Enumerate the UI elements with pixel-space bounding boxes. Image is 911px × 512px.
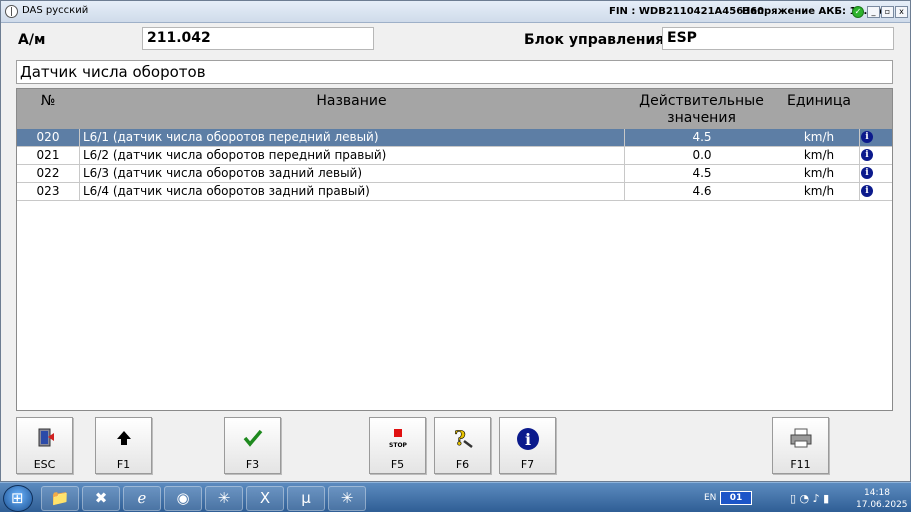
f11-label: F11 <box>790 458 811 471</box>
esc-button[interactable]: ESC <box>16 417 73 474</box>
row-info[interactable]: i <box>859 147 875 165</box>
help-icon: ? <box>435 426 490 450</box>
f1-button[interactable]: F1 <box>95 417 152 474</box>
close-button[interactable]: x <box>895 6 908 18</box>
row-no: 020 <box>36 130 60 144</box>
row-value: 4.5 <box>624 129 779 147</box>
taskbar: 📁 ✖ ℯ ◉ ✳ X µ ✳ EN 01 ▯ ◔ ♪ ▮ 14:18 17.0… <box>0 482 911 512</box>
row-name: L6/2 (датчик числа оборотов передний пра… <box>79 147 624 165</box>
ecu-label: Блок управления <box>524 32 665 48</box>
table-row[interactable]: 021 L6/2 (датчик числа оборотов передний… <box>17 147 892 165</box>
file-explorer-icon[interactable]: 📁 <box>41 486 79 511</box>
printer-icon <box>773 427 828 449</box>
fin-number: FIN : WDB2110421A456360 <box>609 6 765 17</box>
info-icon[interactable]: i <box>861 185 873 197</box>
svg-text:i: i <box>524 430 530 449</box>
language-indicator[interactable]: EN <box>704 493 716 503</box>
row-name: L6/1 (датчик числа оборотов передний лев… <box>79 129 624 147</box>
das-window: DAS русский FIN : WDB2110421A456360 Напр… <box>0 0 911 482</box>
row-value: 4.6 <box>624 183 779 201</box>
row-info[interactable]: i <box>859 183 875 201</box>
row-info[interactable]: i <box>859 129 875 147</box>
row-name: L6/3 (датчик числа оборотов задний левый… <box>79 165 624 183</box>
model-field: 211.042 <box>142 27 374 50</box>
col-header-name: Название <box>316 93 387 109</box>
arrow-up-icon <box>96 427 151 449</box>
page-title: Датчик числа оборотов <box>16 60 893 84</box>
row-no: 022 <box>36 166 60 180</box>
checkmark-icon <box>225 427 280 449</box>
internet-explorer-icon[interactable]: ℯ <box>123 486 161 511</box>
esc-label: ESC <box>33 458 56 471</box>
firefox-icon[interactable]: ◉ <box>164 486 202 511</box>
f7-button[interactable]: i F7 <box>499 417 556 474</box>
row-unit: km/h <box>803 130 835 144</box>
f6-label: F6 <box>455 458 470 471</box>
exit-door-icon <box>17 427 72 449</box>
clock-date[interactable]: 17.06.2025 <box>856 500 908 510</box>
stop-icon: STOP <box>370 427 425 449</box>
minimize-button[interactable]: _ <box>867 6 880 18</box>
col-header-value-line1: Действительные <box>639 93 764 109</box>
tray-icons[interactable]: ▯ ◔ ♪ ▮ <box>790 492 829 505</box>
das-app-icon[interactable]: ✳ <box>328 486 366 511</box>
row-name: L6/4 (датчик числа оборотов задний правы… <box>79 183 624 201</box>
row-value: 4.5 <box>624 165 779 183</box>
row-unit: km/h <box>803 184 835 198</box>
values-table: № Название Действительные значения Едини… <box>16 88 893 411</box>
f1-label: F1 <box>116 458 131 471</box>
table-row[interactable]: 022 L6/3 (датчик числа оборотов задний л… <box>17 165 892 183</box>
table-row[interactable]: 020 L6/1 (датчик числа оборотов передний… <box>17 129 892 147</box>
table-header: № Название Действительные значения Едини… <box>17 89 892 129</box>
info-icon[interactable]: i <box>861 149 873 161</box>
row-unit: km/h <box>803 148 835 162</box>
model-label: А/м <box>18 32 46 48</box>
clock-time[interactable]: 14:18 <box>864 488 890 498</box>
xentry-icon[interactable]: ✖ <box>82 486 120 511</box>
window-title: DAS русский <box>22 5 89 16</box>
xentry-x-icon[interactable]: X <box>246 486 284 511</box>
col-header-value-line2: значения <box>667 110 736 126</box>
tray-badge[interactable]: 01 <box>720 491 752 505</box>
info-icon[interactable]: i <box>861 167 873 179</box>
table-row[interactable]: 023 L6/4 (датчик числа оборотов задний п… <box>17 183 892 201</box>
row-no: 021 <box>36 148 60 162</box>
col-header-no: № <box>40 93 56 109</box>
f11-button[interactable]: F11 <box>772 417 829 474</box>
ecu-field: ESP <box>662 27 894 50</box>
row-info[interactable]: i <box>859 165 875 183</box>
status-ok-icon: ✓ <box>852 6 864 18</box>
info-icon[interactable]: i <box>861 131 873 143</box>
row-value: 0.0 <box>624 147 779 165</box>
row-no: 023 <box>36 184 60 198</box>
stop-icon-text: STOP <box>389 442 408 449</box>
start-button[interactable] <box>3 485 33 512</box>
f3-label: F3 <box>245 458 260 471</box>
row-unit: km/h <box>803 166 835 180</box>
f7-label: F7 <box>520 458 535 471</box>
f3-button[interactable]: F3 <box>224 417 281 474</box>
title-bar: DAS русский FIN : WDB2110421A456360 Напр… <box>1 1 910 23</box>
mercedes-logo-icon <box>5 5 18 18</box>
info-icon: i <box>500 427 555 450</box>
svg-text:?: ? <box>454 427 466 449</box>
f5-label: F5 <box>390 458 405 471</box>
utorrent-icon[interactable]: µ <box>287 486 325 511</box>
col-header-unit: Единица <box>787 93 851 109</box>
f5-button[interactable]: STOP F5 <box>369 417 426 474</box>
f6-button[interactable]: ? F6 <box>434 417 491 474</box>
restore-button[interactable]: ▫ <box>881 6 894 18</box>
mercedes-app-icon[interactable]: ✳ <box>205 486 243 511</box>
